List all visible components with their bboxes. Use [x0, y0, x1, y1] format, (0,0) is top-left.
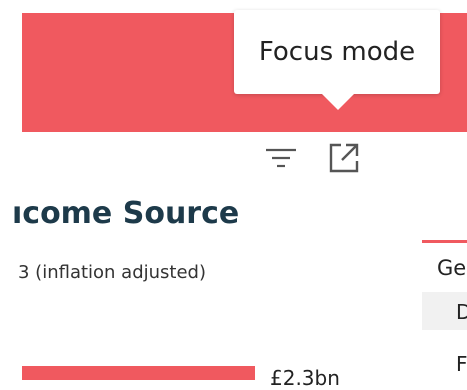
side-table: Ge D F	[422, 240, 467, 380]
focus-mode-tooltip: Focus mode	[234, 10, 440, 94]
card-subtitle: 3 (inflation adjusted)	[18, 262, 206, 283]
data-bar	[22, 366, 255, 380]
side-table-header: Ge	[437, 256, 467, 280]
filter-icon[interactable]	[263, 140, 299, 176]
bar-value-label: £2.3bn	[270, 366, 340, 390]
card-title: ıcome Source	[12, 196, 240, 231]
tooltip-arrow	[321, 93, 355, 110]
focus-mode-icon[interactable]	[326, 140, 362, 176]
side-table-accent-line	[422, 240, 467, 243]
table-row[interactable]: D	[422, 292, 467, 330]
table-row[interactable]: F	[456, 352, 467, 376]
table-row-label: D	[456, 300, 467, 324]
tooltip-text: Focus mode	[258, 37, 416, 67]
